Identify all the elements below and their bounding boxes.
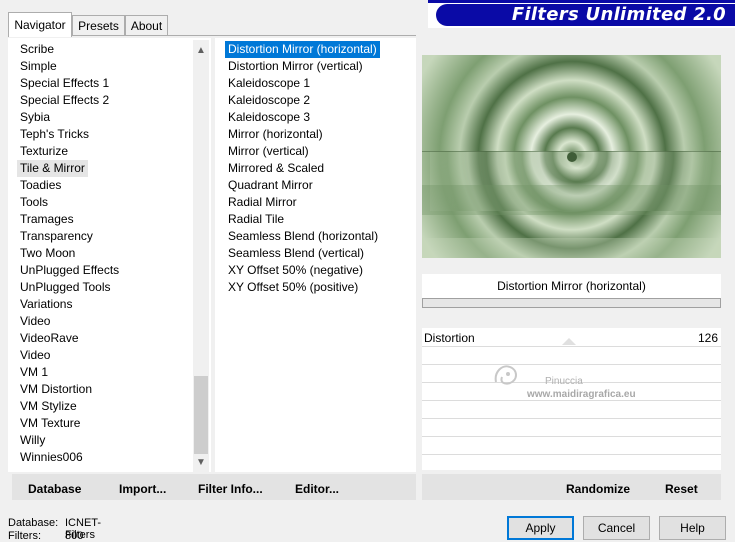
- status-database-label: Database:: [8, 517, 59, 529]
- filter-item[interactable]: Kaleidoscope 2: [228, 92, 310, 109]
- filter-item[interactable]: Radial Mirror: [228, 194, 297, 211]
- param-divider: [422, 418, 721, 419]
- param-divider: [422, 400, 721, 401]
- filter-item[interactable]: Kaleidoscope 1: [228, 75, 310, 92]
- scrollbar-thumb[interactable]: [194, 376, 208, 454]
- category-item[interactable]: VM 1: [20, 364, 48, 381]
- randomize-button[interactable]: Randomize: [566, 482, 630, 496]
- filter-item[interactable]: Kaleidoscope 3: [228, 109, 310, 126]
- status-filters-value: 800: [65, 530, 84, 542]
- filter-item[interactable]: Radial Tile: [228, 211, 284, 228]
- scroll-down-icon[interactable]: ▼: [193, 454, 209, 471]
- filter-item[interactable]: XY Offset 50% (negative): [228, 262, 363, 279]
- param-divider: [422, 454, 721, 455]
- filter-item[interactable]: Distortion Mirror (vertical): [228, 58, 363, 75]
- param-divider: [422, 346, 721, 347]
- filter-item[interactable]: Distortion Mirror (horizontal): [225, 41, 380, 58]
- param-divider: [422, 436, 721, 437]
- category-item[interactable]: Toadies: [20, 177, 61, 194]
- scroll-up-icon[interactable]: ▲: [193, 42, 209, 59]
- category-item[interactable]: Variations: [20, 296, 72, 313]
- category-item[interactable]: VM Texture: [20, 415, 80, 432]
- tab-presets[interactable]: Presets: [72, 15, 125, 35]
- param-divider: [422, 364, 721, 365]
- tab-navigator[interactable]: Navigator: [8, 12, 72, 37]
- category-item[interactable]: Video: [20, 313, 50, 330]
- category-item[interactable]: VideoRave: [20, 330, 79, 347]
- filter-item[interactable]: Mirror (horizontal): [228, 126, 323, 143]
- category-item[interactable]: Winnies006: [20, 449, 83, 466]
- status-filters-label: Filters:: [8, 530, 41, 542]
- category-item[interactable]: UnPlugged Tools: [20, 279, 111, 296]
- category-item[interactable]: VM Distortion: [20, 381, 92, 398]
- category-item[interactable]: Tile & Mirror: [17, 160, 88, 177]
- cancel-button[interactable]: Cancel: [583, 516, 650, 540]
- category-item[interactable]: Teph's Tricks: [20, 126, 89, 143]
- category-item[interactable]: Tramages: [20, 211, 74, 228]
- status-filters: Filters: 800: [8, 530, 83, 542]
- category-item[interactable]: Sybia: [20, 109, 50, 126]
- category-item[interactable]: Scribe: [20, 41, 54, 58]
- category-item[interactable]: Special Effects 1: [20, 75, 109, 92]
- category-item[interactable]: Simple: [20, 58, 57, 75]
- category-item[interactable]: Special Effects 2: [20, 92, 109, 109]
- reset-button[interactable]: Reset: [665, 482, 698, 496]
- category-item[interactable]: Transparency: [20, 228, 93, 245]
- filter-item[interactable]: Quadrant Mirror: [228, 177, 313, 194]
- filter-item[interactable]: Seamless Blend (horizontal): [228, 228, 378, 245]
- category-item[interactable]: Two Moon: [20, 245, 75, 262]
- slider-thumb-icon[interactable]: [562, 338, 576, 345]
- watermark-url: www.maidiragrafica.eu: [527, 389, 636, 400]
- tab-about[interactable]: About: [125, 15, 168, 35]
- category-item[interactable]: Video: [20, 347, 50, 364]
- status-database: Database: ICNET-Filters: [8, 517, 101, 541]
- filter-progress-bar: [422, 298, 721, 308]
- apply-button[interactable]: Apply: [507, 516, 574, 540]
- param-value[interactable]: 126: [690, 331, 718, 345]
- param-label: Distortion: [424, 331, 475, 345]
- category-item[interactable]: Willy: [20, 432, 45, 449]
- help-button[interactable]: Help: [659, 516, 726, 540]
- preview-image: [422, 55, 721, 258]
- database-button[interactable]: Database: [28, 482, 81, 496]
- filter-info-button[interactable]: Filter Info...: [198, 482, 263, 496]
- watermark-logo-icon: [494, 365, 517, 385]
- filter-item[interactable]: Mirrored & Scaled: [228, 160, 324, 177]
- filter-item[interactable]: Mirror (vertical): [228, 143, 309, 160]
- category-item[interactable]: UnPlugged Effects: [20, 262, 119, 279]
- category-item[interactable]: Tools: [20, 194, 48, 211]
- filter-item[interactable]: Seamless Blend (vertical): [228, 245, 364, 262]
- category-item[interactable]: VM Stylize: [20, 398, 77, 415]
- watermark-name: Pinuccia: [545, 376, 583, 387]
- filter-item[interactable]: XY Offset 50% (positive): [228, 279, 358, 296]
- banner-top-stripe: [428, 0, 735, 3]
- app-title: Filters Unlimited 2.0: [511, 4, 726, 25]
- import-button[interactable]: Import...: [119, 482, 166, 496]
- editor-button[interactable]: Editor...: [295, 482, 339, 496]
- category-item[interactable]: Texturize: [20, 143, 68, 160]
- selected-filter-name: Distortion Mirror (horizontal): [422, 274, 721, 298]
